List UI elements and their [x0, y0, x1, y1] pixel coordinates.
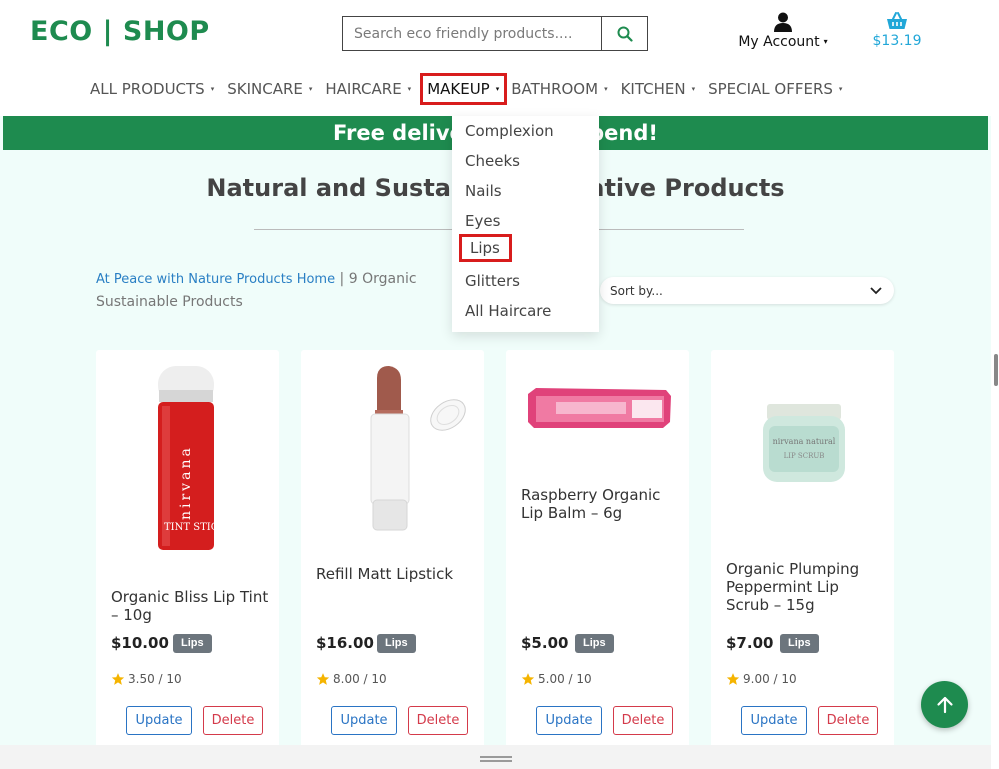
search-icon: [617, 26, 633, 42]
update-button[interactable]: Update: [126, 706, 192, 735]
star-icon: [521, 673, 535, 685]
update-button[interactable]: Update: [741, 706, 807, 735]
nav-label: SPECIAL OFFERS: [708, 80, 833, 98]
product-name[interactable]: Refill Matt Lipstick: [316, 565, 476, 583]
scroll-to-top-button[interactable]: [921, 681, 968, 728]
chevron-down-icon: [870, 286, 882, 294]
svg-text:LIP SCRUB: LIP SCRUB: [784, 452, 825, 460]
breadcrumb: At Peace with Nature Products Home | 9 O…: [96, 268, 446, 314]
product-rating: 8.00 / 10: [316, 672, 387, 686]
dropdown-item-lips[interactable]: Lips: [459, 234, 512, 262]
product-name[interactable]: Organic Bliss Lip Tint – 10g: [111, 588, 271, 624]
delete-button[interactable]: Delete: [613, 706, 673, 735]
delete-button[interactable]: Delete: [408, 706, 468, 735]
makeup-dropdown-menu: Complexion Cheeks Nails Eyes Lips Glitte…: [452, 116, 599, 332]
product-rating: 3.50 / 10: [111, 672, 182, 686]
dropdown-item-all-haircare[interactable]: All Haircare: [465, 302, 551, 320]
rating-value: 5.00 / 10: [538, 672, 592, 686]
basket-icon: [887, 12, 907, 29]
dropdown-item-complexion[interactable]: Complexion: [465, 122, 554, 140]
product-rating: 5.00 / 10: [521, 672, 592, 686]
product-image[interactable]: [506, 350, 689, 470]
product-image[interactable]: [301, 350, 484, 550]
nav-caret-icon: ▾: [495, 85, 500, 93]
product-card[interactable]: nirvana TINT STICK Organic Bliss Lip Tin…: [96, 350, 279, 750]
category-badge: Lips: [575, 634, 614, 653]
nav-item-skincare[interactable]: SKINCARE ▾: [223, 73, 321, 105]
nav-label: BATHROOM: [511, 80, 599, 98]
star-icon: [316, 673, 330, 685]
arrow-up-icon: [936, 696, 953, 713]
nav-caret-icon: ▾: [604, 85, 608, 93]
svg-text:nirvana: nirvana: [178, 445, 194, 520]
star-icon: [726, 673, 740, 685]
nav-label: ALL PRODUCTS: [90, 80, 205, 98]
nav-caret-icon: ▾: [691, 85, 696, 93]
nav-caret-icon: ▾: [407, 85, 412, 93]
category-badge: Lips: [377, 634, 416, 653]
product-card[interactable]: Refill Matt Lipstick $16.00 Lips 8.00 / …: [301, 350, 484, 750]
my-account-label: My Account: [738, 34, 820, 50]
sort-select[interactable]: Sort by...: [600, 277, 894, 304]
product-card[interactable]: Raspberry Organic Lip Balm – 6g $5.00 Li…: [506, 350, 689, 750]
nav-item-haircare[interactable]: HAIRCARE ▾: [321, 73, 420, 105]
sort-label: Sort by...: [610, 283, 663, 298]
product-image[interactable]: nirvana natural LIP SCRUB: [711, 350, 894, 500]
resize-handle[interactable]: [480, 756, 512, 762]
search-input[interactable]: [343, 17, 601, 50]
product-price: $10.00: [111, 634, 169, 652]
nav-item-kitchen[interactable]: KITCHEN ▾: [617, 73, 705, 105]
category-badge: Lips: [173, 634, 212, 653]
nav-item-all-products[interactable]: ALL PRODUCTS ▾: [86, 73, 223, 105]
product-price: $5.00: [521, 634, 569, 652]
svg-text:nirvana natural: nirvana natural: [773, 437, 836, 446]
product-image[interactable]: nirvana TINT STICK: [96, 350, 279, 560]
search-bar: [342, 16, 648, 51]
nav-label: HAIRCARE: [325, 80, 402, 98]
product-price: $7.00: [726, 634, 774, 652]
update-button[interactable]: Update: [536, 706, 602, 735]
product-name[interactable]: Raspberry Organic Lip Balm – 6g: [521, 486, 681, 522]
rating-value: 8.00 / 10: [333, 672, 387, 686]
nav-label: KITCHEN: [620, 80, 686, 98]
nav-item-bathroom[interactable]: BATHROOM ▾: [507, 73, 616, 105]
search-button[interactable]: [601, 17, 647, 50]
nav-label: MAKEUP: [427, 80, 490, 98]
cart[interactable]: $13.19: [872, 12, 922, 49]
nav-item-makeup[interactable]: MAKEUP ▾: [420, 73, 508, 105]
breadcrumb-home-link[interactable]: At Peace with Nature Products Home: [96, 272, 335, 287]
product-card[interactable]: nirvana natural LIP SCRUB Organic Plumpi…: [711, 350, 894, 750]
star-icon: [111, 673, 125, 685]
cart-total: $13.19: [872, 33, 922, 49]
dropdown-item-glitters[interactable]: Glitters: [465, 272, 520, 290]
nav-item-special-offers[interactable]: SPECIAL OFFERS ▾: [704, 73, 851, 105]
product-price: $16.00: [316, 634, 374, 652]
category-badge: Lips: [780, 634, 819, 653]
nav-label: SKINCARE: [227, 80, 303, 98]
dropdown-item-nails[interactable]: Nails: [465, 182, 502, 200]
nav-caret-icon: ▾: [210, 85, 215, 93]
delete-button[interactable]: Delete: [203, 706, 263, 735]
main-nav: ALL PRODUCTS ▾ SKINCARE ▾ HAIRCARE ▾ MAKEUP…: [86, 72, 851, 106]
product-name[interactable]: Organic Plumping Peppermint Lip Scrub – …: [726, 560, 886, 614]
nav-caret-icon: ▾: [308, 85, 313, 93]
site-logo[interactable]: ECO | SHOP: [30, 16, 210, 47]
scrollbar-thumb[interactable]: [994, 354, 998, 386]
dropdown-item-eyes[interactable]: Eyes: [465, 212, 500, 230]
user-icon: [774, 12, 792, 32]
product-rating: 9.00 / 10: [726, 672, 797, 686]
site-header: ECO | SHOP My Account▾ $13.19 ALL PRODUC…: [0, 0, 999, 116]
svg-text:TINT STICK: TINT STICK: [164, 522, 226, 533]
rating-value: 9.00 / 10: [743, 672, 797, 686]
delete-button[interactable]: Delete: [818, 706, 878, 735]
nav-caret-icon: ▾: [838, 85, 843, 93]
account-caret-icon: ▾: [823, 37, 828, 46]
my-account-menu[interactable]: My Account ▾: [728, 12, 838, 50]
update-button[interactable]: Update: [331, 706, 397, 735]
rating-value: 3.50 / 10: [128, 672, 182, 686]
breadcrumb-separator: |: [335, 271, 349, 287]
dropdown-item-cheeks[interactable]: Cheeks: [465, 152, 520, 170]
